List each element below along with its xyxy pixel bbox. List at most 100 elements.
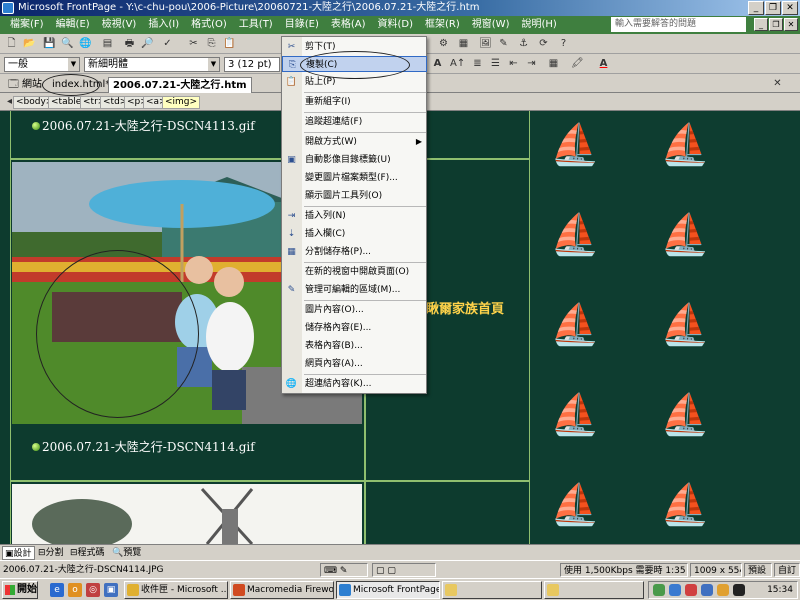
cut-icon[interactable]: ✂ bbox=[186, 37, 201, 51]
tab-code[interactable]: ⊟程式碼 bbox=[68, 546, 107, 560]
drawing-icon[interactable]: ✎ bbox=[496, 37, 511, 51]
menu-format[interactable]: 格式(O) bbox=[185, 16, 233, 34]
spelling-icon[interactable]: ✓ bbox=[160, 37, 175, 51]
menu-item-picture-properties[interactable]: 圖片內容(O)... bbox=[282, 302, 427, 318]
menu-item-copy[interactable]: ⎘ 複製(C) bbox=[282, 56, 427, 72]
menu-item-show-picture-toolbar[interactable]: 顯示圖片工具列(O) bbox=[282, 188, 427, 204]
web-component-icon[interactable]: ⚙ bbox=[436, 37, 451, 51]
menu-item-follow-hyperlink[interactable]: 追蹤超連結(F) bbox=[282, 114, 427, 130]
copy-icon[interactable]: ⎘ bbox=[204, 37, 219, 51]
hyperlink-icon[interactable]: ⚓ bbox=[516, 37, 531, 51]
menu-item-cut[interactable]: ✂ 剪下(T) bbox=[282, 39, 427, 55]
table-cell[interactable] bbox=[365, 481, 530, 544]
menu-insert[interactable]: 插入(I) bbox=[142, 16, 185, 34]
menu-item-reconvert[interactable]: 重新組字(I) bbox=[282, 94, 427, 110]
menu-table[interactable]: 表格(A) bbox=[325, 16, 372, 34]
app-quicklaunch-icon[interactable]: ◎ bbox=[86, 583, 100, 597]
status-mode[interactable]: 預設 bbox=[744, 563, 772, 577]
menu-item-hyperlink-properties[interactable]: 🌐 超連結內容(K)... bbox=[282, 376, 427, 392]
search-icon[interactable]: 🔍 bbox=[60, 37, 75, 51]
doc-close-button[interactable]: ✕ bbox=[784, 18, 798, 31]
paste-icon[interactable]: 📋 bbox=[222, 37, 237, 51]
taskbar-frontpage-button[interactable]: Microsoft FrontPage... bbox=[336, 581, 440, 599]
help-search-input[interactable]: 輸入需要解答的問題 bbox=[611, 17, 746, 32]
clock[interactable]: 15:34 bbox=[767, 582, 793, 598]
restore-button[interactable]: ❐ bbox=[765, 1, 781, 15]
help-icon[interactable]: ? bbox=[556, 37, 571, 51]
doc-minimize-button[interactable]: _ bbox=[754, 18, 768, 31]
menu-item-split-cells[interactable]: ▦ 分割儲存格(P)... bbox=[282, 244, 427, 260]
taskbar-fireworks-button[interactable]: Macromedia Firewo... bbox=[230, 581, 334, 599]
publish-icon[interactable]: 🌐 bbox=[78, 37, 93, 51]
tab-design[interactable]: ▣設計 bbox=[2, 546, 35, 560]
taskbar-window-button[interactable] bbox=[544, 581, 644, 599]
menu-item-page-properties[interactable]: 網頁內容(A)... bbox=[282, 356, 427, 372]
tray-icon[interactable] bbox=[701, 584, 713, 596]
tab-preview[interactable]: 🔍預覽 bbox=[110, 546, 143, 560]
print-icon[interactable]: 🖶 bbox=[122, 37, 137, 51]
borders-icon[interactable]: ▦ bbox=[546, 57, 561, 71]
taskbar-folder-button[interactable] bbox=[442, 581, 542, 599]
tray-icon[interactable] bbox=[669, 584, 681, 596]
highlight-icon[interactable]: 🖍 bbox=[570, 57, 585, 71]
tray-icon[interactable] bbox=[733, 584, 745, 596]
menu-help[interactable]: 說明(H) bbox=[515, 16, 562, 34]
minimize-button[interactable]: _ bbox=[748, 1, 764, 15]
family-home-link[interactable]: 瞅爾家族首頁 bbox=[426, 298, 504, 317]
frontpage-app-icon[interactable] bbox=[2, 2, 14, 14]
menu-window[interactable]: 視窗(W) bbox=[466, 16, 516, 34]
font-color-icon[interactable]: A bbox=[596, 57, 611, 71]
bullets-icon[interactable]: ☰ bbox=[488, 57, 503, 71]
tag-img[interactable]: <img> bbox=[162, 96, 201, 109]
close-button[interactable]: ✕ bbox=[782, 1, 798, 15]
menu-item-paste[interactable]: 📋 貼上(P) bbox=[282, 74, 427, 90]
tab-website[interactable]: 🗔 網站 bbox=[4, 77, 46, 93]
status-encoding[interactable]: 自訂 bbox=[774, 563, 800, 577]
preview-browser-icon[interactable]: 🔎 bbox=[140, 37, 155, 51]
menu-toc[interactable]: 目錄(E) bbox=[279, 16, 325, 34]
style-select[interactable]: 一般 ▼ bbox=[4, 57, 80, 72]
open-icon[interactable]: 📂 bbox=[22, 37, 37, 51]
doc-restore-button[interactable]: ❐ bbox=[769, 18, 783, 31]
menu-view[interactable]: 檢視(V) bbox=[96, 16, 143, 34]
tab-current-page[interactable]: 2006.07.21-大陸之行.htm bbox=[108, 77, 252, 93]
font-color-a-icon[interactable]: A bbox=[430, 57, 445, 71]
decrease-indent-icon[interactable]: ⇤ bbox=[506, 57, 521, 71]
menu-item-open-with[interactable]: 開啟方式(W) ▶ bbox=[282, 134, 427, 150]
menu-item-cell-properties[interactable]: 儲存格內容(E)... bbox=[282, 320, 427, 336]
menu-frames[interactable]: 框架(R) bbox=[419, 16, 466, 34]
new-page-icon[interactable]: 🗋 bbox=[4, 37, 19, 51]
increase-indent-icon[interactable]: ⇥ bbox=[524, 57, 539, 71]
tray-icon[interactable] bbox=[685, 584, 697, 596]
numbering-icon[interactable]: ≣ bbox=[470, 57, 485, 71]
menu-edit[interactable]: 編輯(E) bbox=[50, 16, 96, 34]
font-select[interactable]: 新細明體 ▼ bbox=[84, 57, 220, 72]
menu-item-change-picture-type[interactable]: 變更圖片檔案類型(F)... bbox=[282, 170, 427, 186]
menu-tools[interactable]: 工具(T) bbox=[233, 16, 279, 34]
tab-index[interactable]: index.html* bbox=[48, 77, 114, 93]
menu-item-auto-thumbnail[interactable]: ▣ 自動影像目錄標籤(U) bbox=[282, 152, 427, 168]
menu-data[interactable]: 資料(D) bbox=[372, 16, 420, 34]
tab-split[interactable]: ⊟分割 bbox=[36, 546, 66, 560]
toggle-pane-icon[interactable]: ▤ bbox=[100, 37, 115, 51]
menu-item-table-properties[interactable]: 表格內容(B)... bbox=[282, 338, 427, 354]
refresh-icon[interactable]: ⟳ bbox=[536, 37, 551, 51]
firefox-quicklaunch-icon[interactable]: o bbox=[68, 583, 82, 597]
start-button[interactable]: 開始 bbox=[2, 581, 38, 599]
menu-item-insert-column[interactable]: ⇣ 插入欄(C) bbox=[282, 226, 427, 242]
close-document-icon[interactable]: ✕ bbox=[770, 77, 785, 91]
menu-item-insert-row[interactable]: ⇥ 插入列(N) bbox=[282, 208, 427, 224]
font-size-select[interactable]: 3 (12 pt) bbox=[224, 57, 280, 72]
insert-picture-icon[interactable]: 🖼 bbox=[478, 37, 493, 51]
ie-quicklaunch-icon[interactable]: e bbox=[50, 583, 64, 597]
menu-item-manage-editable-regions[interactable]: ✎ 管理可編輯的區域(M)... bbox=[282, 282, 427, 298]
tray-icon[interactable] bbox=[653, 584, 665, 596]
increase-font-icon[interactable]: A↑ bbox=[450, 57, 465, 71]
save-icon[interactable]: 💾 bbox=[42, 37, 57, 51]
desktop-quicklaunch-icon[interactable]: ▣ bbox=[104, 583, 118, 597]
menu-item-open-new-window[interactable]: 在新的視窗中開啟頁面(O) bbox=[282, 264, 427, 280]
windmill-photo[interactable] bbox=[12, 484, 362, 544]
menu-file[interactable]: 檔案(F) bbox=[4, 16, 50, 34]
taskbar-outlook-button[interactable]: 收件匣 - Microsoft ... bbox=[124, 581, 228, 599]
tray-icon[interactable] bbox=[717, 584, 729, 596]
